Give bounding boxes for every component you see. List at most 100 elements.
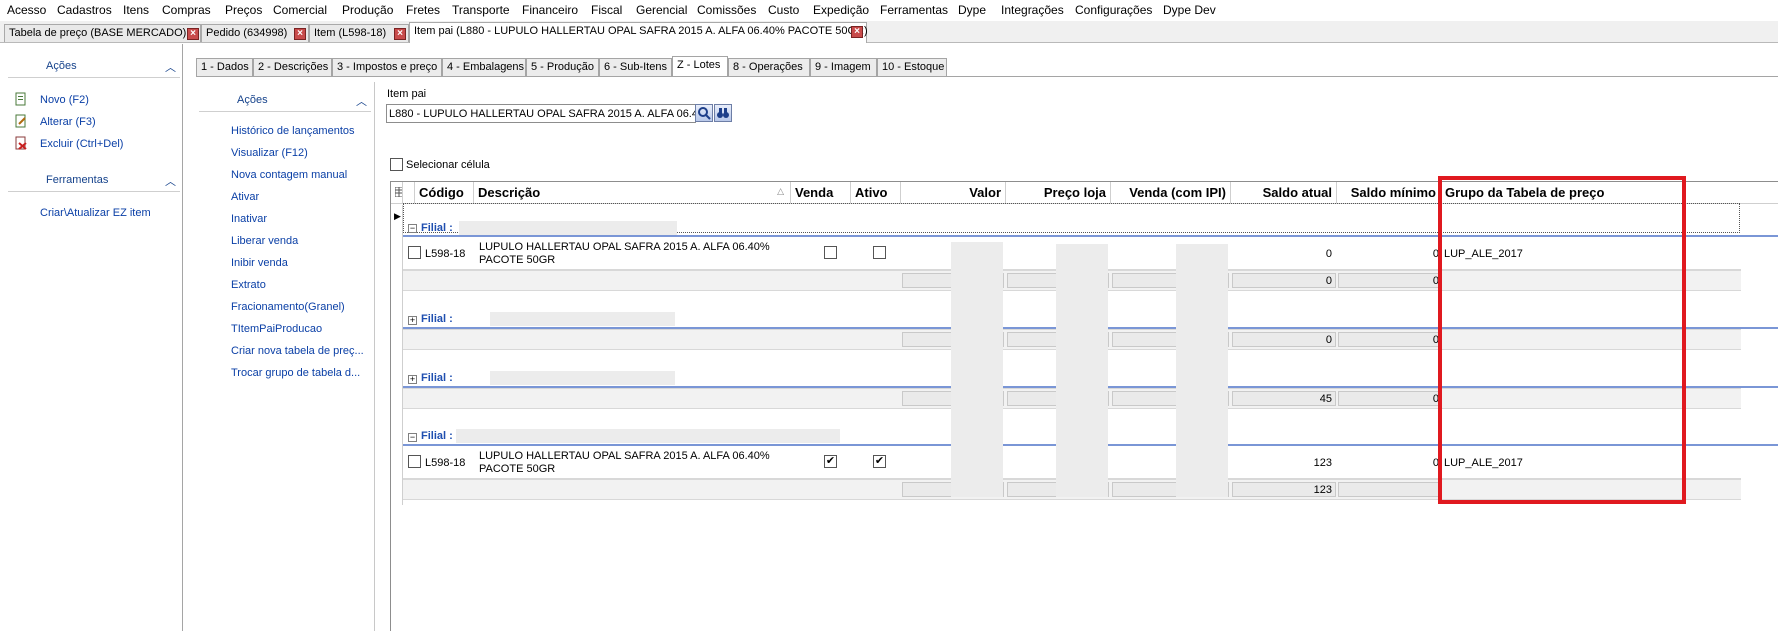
menu-comissoes[interactable]: Comissões — [697, 3, 756, 17]
visualizar-link[interactable]: Visualizar (F12) — [231, 147, 308, 159]
menu-transporte[interactable]: Transporte — [452, 3, 510, 17]
col-saldo-atual[interactable]: Saldo atual — [1231, 182, 1337, 204]
col-venda[interactable]: Venda — [791, 182, 851, 204]
menu-dype-dev[interactable]: Dype Dev — [1163, 3, 1216, 17]
tab-imagem[interactable]: 9 - Imagem — [810, 58, 877, 76]
group-filial-label: Filial : — [421, 430, 453, 442]
fracionamento-link[interactable]: Fracionamento(Granel) — [231, 301, 345, 313]
ferramentas-section-header[interactable]: Ferramentas ︿ — [8, 170, 180, 192]
tab-lotes[interactable]: Z - Lotes — [672, 56, 728, 77]
col-descricao[interactable]: Descrição △ — [474, 182, 791, 204]
inativar-link[interactable]: Inativar — [231, 213, 267, 225]
criar-atualizar-ez-item-link[interactable]: Criar\Atualizar EZ item — [40, 207, 151, 219]
row-ativo-checkbox[interactable]: ✔ — [873, 455, 886, 468]
menu-precos[interactable]: Preços — [225, 3, 262, 17]
doc-tab-pedido[interactable]: Pedido (634998) × — [201, 24, 309, 42]
doc-tab-label: Pedido (634998) — [206, 27, 288, 39]
col-codigo[interactable]: Código — [415, 182, 474, 204]
sort-ascending-icon: △ — [777, 186, 784, 196]
chevron-up-icon[interactable]: ︿ — [356, 93, 367, 109]
lookup-button[interactable] — [695, 104, 713, 122]
menu-comercial[interactable]: Comercial — [273, 3, 327, 17]
close-icon[interactable]: × — [394, 28, 406, 40]
close-icon[interactable]: × — [294, 28, 306, 40]
titempaiproducao-link[interactable]: TItemPaiProducao — [231, 323, 322, 335]
tab-impostos-preco[interactable]: 3 - Impostos e preço — [332, 58, 442, 76]
item-pai-field[interactable]: L880 - LUPULO HALLERTAU OPAL SAFRA 2015 … — [386, 104, 696, 123]
acoes-section-header[interactable]: Ações ︿ — [8, 56, 180, 78]
row-venda-checkbox[interactable] — [824, 246, 837, 259]
selecionar-celula-checkbox[interactable] — [390, 158, 403, 171]
close-icon[interactable]: × — [187, 28, 199, 40]
menu-integracoes[interactable]: Integrações — [1001, 3, 1064, 17]
grid-options-header[interactable] — [391, 182, 403, 204]
collapse-icon[interactable]: − — [408, 224, 417, 233]
doc-tab-item-pai[interactable]: Item pai (L880 - LUPULO HALLERTAU OPAL S… — [409, 22, 868, 43]
col-preco-loja[interactable]: Preço loja — [1006, 182, 1111, 204]
inibir-venda-link[interactable]: Inibir venda — [231, 257, 288, 269]
ativar-link[interactable]: Ativar — [231, 191, 259, 203]
footer-cell — [1338, 482, 1440, 497]
novo-link[interactable]: Novo (F2) — [40, 94, 89, 106]
menu-configuracoes[interactable]: Configurações — [1075, 3, 1152, 17]
doc-tab-label: Tabela de preço (BASE MERCADO) — [9, 27, 187, 39]
extrato-link[interactable]: Extrato — [231, 279, 266, 291]
row-codigo: L598-18 — [425, 248, 466, 260]
menu-cadastros[interactable]: Cadastros — [57, 3, 112, 17]
menu-financeiro[interactable]: Financeiro — [522, 3, 578, 17]
menu-ferramentas[interactable]: Ferramentas — [880, 3, 948, 17]
historico-lancamentos-link[interactable]: Histórico de lançamentos — [231, 125, 355, 137]
menu-custo[interactable]: Custo — [768, 3, 799, 17]
acoes-section-header[interactable]: Ações ︿ — [199, 90, 371, 112]
row-saldo-minimo: 0 — [1432, 457, 1439, 469]
tab-sub-itens[interactable]: 6 - Sub-Itens — [599, 58, 672, 76]
menu-itens[interactable]: Itens — [123, 3, 149, 17]
binoculars-icon — [717, 108, 729, 118]
chevron-up-icon[interactable]: ︿ — [165, 173, 176, 189]
row-select-checkbox[interactable] — [408, 455, 421, 468]
menu-gerencial[interactable]: Gerencial — [636, 3, 687, 17]
menu-acesso[interactable]: Acesso — [7, 3, 46, 17]
doc-tab-tabela-preco[interactable]: Tabela de preço (BASE MERCADO) × — [4, 24, 201, 42]
menu-producao[interactable]: Produção — [342, 3, 393, 17]
row-codigo: L598-18 — [425, 457, 466, 469]
liberar-venda-link[interactable]: Liberar venda — [231, 235, 298, 247]
tab-descricoes[interactable]: 2 - Descrições — [253, 58, 332, 76]
criar-nova-tabela-preco-link[interactable]: Criar nova tabela de preç... — [231, 345, 364, 357]
row-ativo-checkbox[interactable] — [873, 246, 886, 259]
col-ativo[interactable]: Ativo — [851, 182, 901, 204]
footer-saldo-atual: 0 — [1325, 334, 1332, 346]
item-pai-label: Item pai — [387, 88, 427, 100]
close-icon[interactable]: × — [851, 26, 863, 38]
doc-tab-item[interactable]: Item (L598-18) × — [309, 24, 409, 42]
alterar-link[interactable]: Alterar (F3) — [40, 116, 96, 128]
expand-icon[interactable]: + — [408, 375, 417, 384]
tab-embalagens[interactable]: 4 - Embalagens — [442, 58, 526, 76]
tab-operacoes[interactable]: 8 - Operações — [728, 58, 810, 76]
menu-compras[interactable]: Compras — [162, 3, 211, 17]
chevron-up-icon[interactable]: ︿ — [165, 59, 176, 75]
menu-fiscal[interactable]: Fiscal — [591, 3, 622, 17]
row-select-checkbox[interactable] — [408, 246, 421, 259]
menu-fretes[interactable]: Fretes — [406, 3, 440, 17]
menu-dype[interactable]: Dype — [958, 3, 986, 17]
selecionar-celula-label: Selecionar célula — [406, 159, 490, 171]
binoculars-button[interactable] — [714, 104, 732, 122]
nova-contagem-manual-link[interactable]: Nova contagem manual — [231, 169, 347, 181]
tab-estoque[interactable]: 10 - Estoque — [877, 58, 947, 76]
trocar-grupo-tabela-link[interactable]: Trocar grupo de tabela d... — [231, 367, 360, 379]
tab-dados[interactable]: 1 - Dados — [196, 58, 253, 76]
row-venda-checkbox[interactable]: ✔ — [824, 455, 837, 468]
collapse-icon[interactable]: − — [408, 433, 417, 442]
col-venda-com-ipi[interactable]: Venda (com IPI) — [1111, 182, 1231, 204]
menu-expedicao[interactable]: Expedição — [813, 3, 869, 17]
excluir-link[interactable]: Excluir (Ctrl+Del) — [40, 138, 123, 150]
section-title: Ações — [46, 60, 77, 72]
footer-saldo-minimo: 0 — [1432, 393, 1439, 405]
col-saldo-minimo[interactable]: Saldo mínimo — [1337, 182, 1441, 204]
row-saldo-atual: 123 — [1313, 457, 1332, 469]
col-valor[interactable]: Valor — [901, 182, 1006, 204]
expand-icon[interactable]: + — [408, 316, 417, 325]
highlight-annotation — [1438, 176, 1686, 504]
tab-producao[interactable]: 5 - Produção — [526, 58, 599, 76]
